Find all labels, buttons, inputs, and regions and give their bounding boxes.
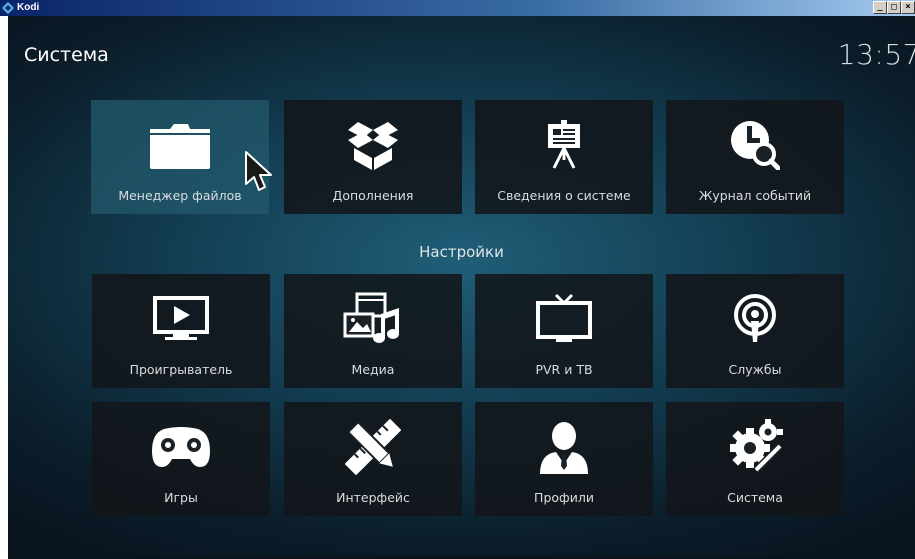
tile-system[interactable]: Система [666,402,844,516]
page-title: Система [24,44,109,66]
presentation-icon [532,118,596,172]
minimize-button[interactable]: _ [873,1,887,14]
tile-file-manager[interactable]: Менеджер файлов [91,100,269,214]
tile-games[interactable]: Игры [92,402,270,516]
mouse-cursor-icon [245,151,272,191]
tile-interface[interactable]: Интерфейс [284,402,462,516]
window-titlebar: Kodi _ □ × [0,0,915,16]
tile-label: Журнал событий [698,188,812,203]
media-icon [341,292,405,346]
window-title: Kodi [17,2,40,13]
tile-label: PVR и TB [535,362,593,377]
box-icon [341,118,405,172]
kodi-main-area: Система 13:57 Менеджер файлов Дополнения [8,16,915,559]
tile-label: Сведения о системе [497,188,631,203]
tile-label: Дополнения [332,188,414,203]
tile-system-info[interactable]: Сведения о системе [475,100,653,214]
folder-icon [148,118,212,172]
gamepad-icon [149,420,213,474]
tile-label: Интерфейс [336,490,410,505]
tile-label: Игры [164,490,198,505]
kodi-logo-icon [2,2,14,14]
tile-label: Медиа [351,362,395,377]
tile-services[interactable]: Службы [666,274,844,388]
tile-profiles[interactable]: Профили [475,402,653,516]
tile-label: Менеджер файлов [118,188,242,203]
window-controls: _ □ × [873,1,915,15]
settings-heading: Настройки [419,243,504,261]
tv-icon [532,292,596,346]
tile-pvr-tv[interactable]: PVR и TB [475,274,653,388]
tile-label: Система [727,490,783,505]
tile-media[interactable]: Медиа [284,274,462,388]
tile-event-log[interactable]: Журнал событий [666,100,844,214]
player-screen-icon [149,292,213,346]
clock: 13:57 [837,38,915,71]
tile-addons[interactable]: Дополнения [284,100,462,214]
tile-label: Профили [534,490,594,505]
gears-icon [723,419,787,474]
tile-label: Проигрыватель [129,362,233,377]
podcast-icon [723,292,787,346]
close-button[interactable]: × [901,1,915,14]
pencil-ruler-icon [341,419,405,475]
user-profile-icon [532,420,596,474]
maximize-button[interactable]: □ [887,1,901,14]
tile-label: Службы [728,362,782,377]
clock-search-icon [723,118,787,172]
tile-player[interactable]: Проигрыватель [92,274,270,388]
